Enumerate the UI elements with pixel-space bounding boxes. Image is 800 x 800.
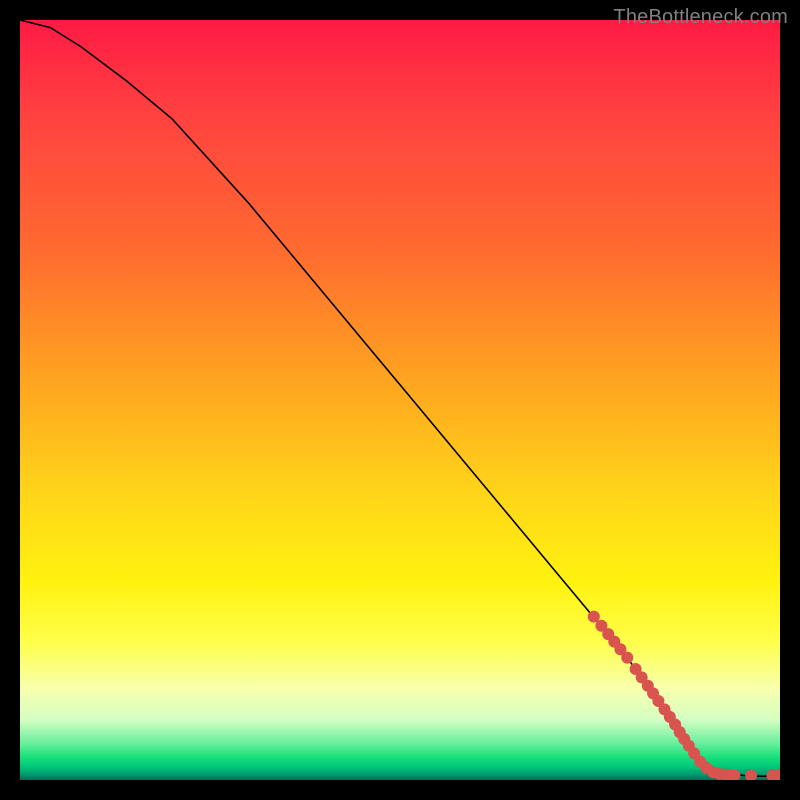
data-point-marker [621, 652, 633, 664]
marker-layer [588, 611, 780, 780]
watermark-text: TheBottleneck.com [613, 6, 788, 29]
bottleneck-curve [20, 20, 780, 776]
curve-layer [20, 20, 780, 776]
chart-frame: TheBottleneck.com [0, 0, 800, 800]
data-point-marker [745, 769, 757, 780]
chart-svg [20, 20, 780, 780]
plot-area [20, 20, 780, 780]
